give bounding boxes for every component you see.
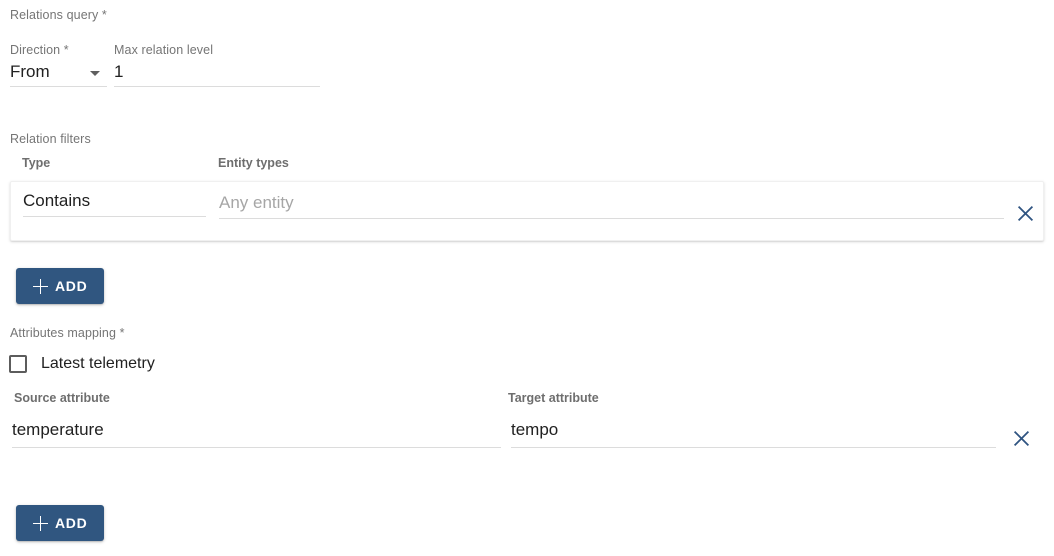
- max-relation-level-label: Max relation level: [114, 43, 214, 57]
- relation-filter-type-input[interactable]: Contains: [23, 190, 206, 217]
- source-attribute-value: temperature: [12, 420, 104, 439]
- attributes-mapping-column-target: Target attribute: [508, 391, 599, 405]
- relation-filter-entity-types-placeholder: Any entity: [219, 193, 294, 212]
- target-attribute-value: tempo: [511, 420, 559, 439]
- relations-query-section-label: Relations query *: [10, 8, 107, 22]
- close-icon: [1013, 430, 1029, 446]
- direction-selected-value: From: [10, 62, 50, 81]
- attributes-mapping-section-label: Attributes mapping *: [10, 326, 125, 340]
- remove-relation-filter-button[interactable]: [1012, 200, 1038, 226]
- relation-filter-row: Contains Any entity: [10, 181, 1044, 241]
- relation-filter-entity-types-input[interactable]: Any entity: [219, 192, 1004, 219]
- latest-telemetry-label: Latest telemetry: [41, 355, 155, 372]
- add-relation-filter-button[interactable]: ADD: [16, 268, 105, 304]
- add-attribute-mapping-button-label: ADD: [55, 515, 88, 531]
- direction-label: Direction *: [10, 43, 69, 57]
- close-icon: [1017, 205, 1033, 221]
- latest-telemetry-checkbox[interactable]: [9, 355, 27, 373]
- chevron-down-icon: [90, 71, 100, 76]
- add-relation-filter-button-label: ADD: [55, 278, 88, 294]
- relation-filters-column-entity-types: Entity types: [218, 156, 289, 170]
- attributes-mapping-column-source: Source attribute: [14, 391, 110, 405]
- max-relation-level-value: 1: [114, 62, 124, 81]
- relation-filters-section-label: Relation filters: [10, 132, 91, 146]
- remove-attribute-mapping-button[interactable]: [1008, 425, 1034, 451]
- direction-select[interactable]: From: [10, 61, 107, 87]
- relation-filters-column-type: Type: [22, 156, 51, 170]
- relation-filter-type-value: Contains: [23, 191, 91, 210]
- latest-telemetry-checkbox-row[interactable]: Latest telemetry: [9, 354, 155, 374]
- max-relation-level-input[interactable]: 1: [114, 61, 320, 87]
- plus-icon: [33, 515, 48, 531]
- target-attribute-input[interactable]: tempo: [511, 419, 996, 448]
- source-attribute-input[interactable]: temperature: [12, 419, 501, 448]
- add-attribute-mapping-button[interactable]: ADD: [16, 505, 105, 541]
- plus-icon: [33, 278, 48, 294]
